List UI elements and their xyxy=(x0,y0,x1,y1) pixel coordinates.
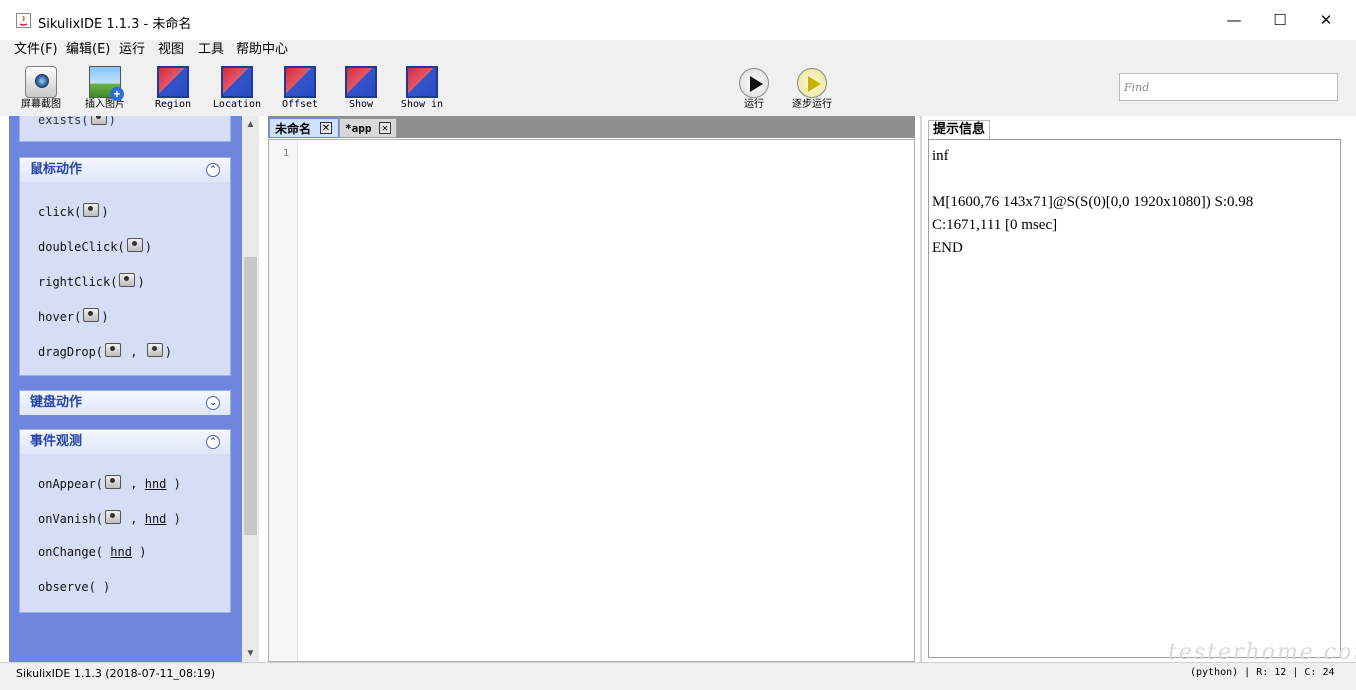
show-icon xyxy=(345,66,377,98)
step-run-button[interactable]: 逐步运行 xyxy=(784,64,840,116)
cmd-dragdrop[interactable]: dragDrop( , ) xyxy=(38,343,172,359)
panel-keyboard-title: 键盘动作 xyxy=(30,395,83,410)
chevron-up-icon[interactable]: ⌃ xyxy=(206,435,220,449)
capture-button[interactable]: 屏幕截图 xyxy=(13,64,69,116)
chevron-up-icon[interactable]: ⌃ xyxy=(206,163,220,177)
close-tab-icon[interactable]: ✕ xyxy=(379,122,391,134)
panel-mouse-title: 鼠标动作 xyxy=(30,162,83,177)
cmd-observe[interactable]: observe( ) xyxy=(38,580,110,594)
image-placeholder-icon xyxy=(90,116,107,125)
run-label: 运行 xyxy=(744,99,764,110)
location-icon xyxy=(221,66,253,98)
menu-view[interactable]: 视图 xyxy=(158,40,184,60)
panel-observe-title: 事件观测 xyxy=(30,434,83,449)
region-label: Region xyxy=(154,99,192,110)
panel-find-partial: exists() xyxy=(19,116,231,142)
tab-messages[interactable]: 提示信息 xyxy=(928,120,991,139)
window-title: SikulixIDE 1.1.3 - 未命名 xyxy=(38,17,192,32)
menu-help[interactable]: 帮助中心 xyxy=(236,40,288,60)
show-button[interactable]: Show xyxy=(333,64,389,116)
run-play-icon xyxy=(739,68,769,98)
step-play-icon xyxy=(797,68,827,98)
panel-keyboard-header[interactable]: 键盘动作 ⌄ xyxy=(20,391,230,415)
panel-keyboard: 键盘动作 ⌄ xyxy=(19,390,231,415)
image-placeholder-icon xyxy=(83,308,100,322)
step-run-label: 逐步运行 xyxy=(792,99,832,110)
show-in-icon xyxy=(406,66,438,98)
message-line: END xyxy=(932,240,963,256)
menu-edit[interactable]: 编辑(E) xyxy=(66,40,110,60)
offset-icon xyxy=(284,66,316,98)
insert-image-button[interactable]: 插入图片 xyxy=(77,64,133,116)
title-bar xyxy=(0,0,1356,41)
code-editor[interactable] xyxy=(268,139,915,662)
cmd-rightclick[interactable]: rightClick() xyxy=(38,273,145,289)
cmd-doubleclick[interactable]: doubleClick() xyxy=(38,238,152,254)
show-label: Show xyxy=(348,99,374,110)
line-number-gutter xyxy=(269,140,298,661)
image-placeholder-icon xyxy=(126,238,143,252)
show-in-button[interactable]: Show in xyxy=(394,64,450,116)
show-in-label: Show in xyxy=(400,99,444,110)
close-tab-icon[interactable]: ✕ xyxy=(320,122,332,134)
image-placeholder-icon xyxy=(105,475,122,489)
tab-untitled-label: 未命名 xyxy=(275,122,312,136)
cmd-onchange[interactable]: onChange( hnd ) xyxy=(38,545,146,559)
status-version: SikulixIDE 1.1.3 (2018-07-11_08:19) xyxy=(16,667,216,680)
location-button[interactable]: Location xyxy=(209,64,265,116)
editor-tab-strip: 未命名 ✕ *app ✕ xyxy=(268,116,915,138)
menu-file[interactable]: 文件(F) xyxy=(14,40,58,60)
cmd-exists[interactable]: exists() xyxy=(38,116,116,127)
line-number: 1 xyxy=(283,148,290,159)
region-button[interactable]: Region xyxy=(145,64,201,116)
camera-icon xyxy=(25,66,57,98)
split-pane-divider[interactable] xyxy=(920,116,922,662)
tab-untitled[interactable]: 未命名 ✕ xyxy=(269,118,339,138)
cmd-onappear[interactable]: onAppear( , hnd ) xyxy=(38,475,181,491)
offset-label: Offset xyxy=(281,99,319,110)
tab-app-label: *app xyxy=(345,122,372,135)
run-button[interactable]: 运行 xyxy=(726,64,782,116)
palette-scroll-thumb[interactable] xyxy=(244,257,257,535)
scroll-down-icon[interactable]: ▼ xyxy=(242,645,259,662)
message-line: inf xyxy=(932,148,949,164)
minimize-button[interactable]: — xyxy=(1211,0,1257,40)
offset-button[interactable]: Offset xyxy=(272,64,328,116)
panel-mouse-header[interactable]: 鼠标动作 ⌃ xyxy=(20,158,230,182)
cmd-hover[interactable]: hover() xyxy=(38,308,109,324)
message-line: C:1671,111 [0 msec] xyxy=(932,217,1058,233)
java-app-icon xyxy=(16,13,31,28)
menu-tools[interactable]: 工具 xyxy=(198,40,224,60)
capture-label: 屏幕截图 xyxy=(21,99,61,110)
panel-mouse: 鼠标动作 ⌃ click() doubleClick() rightClick(… xyxy=(19,157,231,376)
find-input[interactable]: Find xyxy=(1119,73,1338,101)
chevron-down-icon[interactable]: ⌄ xyxy=(206,396,220,410)
location-label: Location xyxy=(212,99,262,110)
watermark: testerhome.com xyxy=(1168,640,1356,665)
command-palette: exists() 鼠标动作 ⌃ click() doubleClick() ri… xyxy=(9,116,259,662)
insert-image-label: 插入图片 xyxy=(85,99,125,110)
insert-image-icon xyxy=(89,66,124,101)
close-window-button[interactable]: ✕ xyxy=(1303,0,1349,40)
cmd-click[interactable]: click() xyxy=(38,203,109,219)
menu-bar: 文件(F) 编辑(E) 运行 视图 工具 帮助中心 xyxy=(0,40,1356,60)
image-placeholder-icon xyxy=(146,343,163,357)
image-placeholder-icon xyxy=(105,510,122,524)
cmd-onvanish[interactable]: onVanish( , hnd ) xyxy=(38,510,181,526)
tab-app[interactable]: *app ✕ xyxy=(339,118,397,138)
image-placeholder-icon xyxy=(105,343,122,357)
image-placeholder-icon xyxy=(119,273,136,287)
panel-observe-header[interactable]: 事件观测 ⌃ xyxy=(20,430,230,454)
menu-run[interactable]: 运行 xyxy=(119,40,145,60)
status-cursor-position: (python) | R: 12 | C: 24 xyxy=(1190,667,1335,678)
image-placeholder-icon xyxy=(83,203,100,217)
panel-observe: 事件观测 ⌃ onAppear( , hnd ) onVanish( , hnd… xyxy=(19,429,231,613)
maximize-button[interactable]: ☐ xyxy=(1257,0,1303,40)
scroll-up-icon[interactable]: ▲ xyxy=(242,116,259,133)
message-line: M[1600,76 143x71]@S(S(0)[0,0 1920x1080])… xyxy=(932,194,1254,210)
region-icon xyxy=(157,66,189,98)
